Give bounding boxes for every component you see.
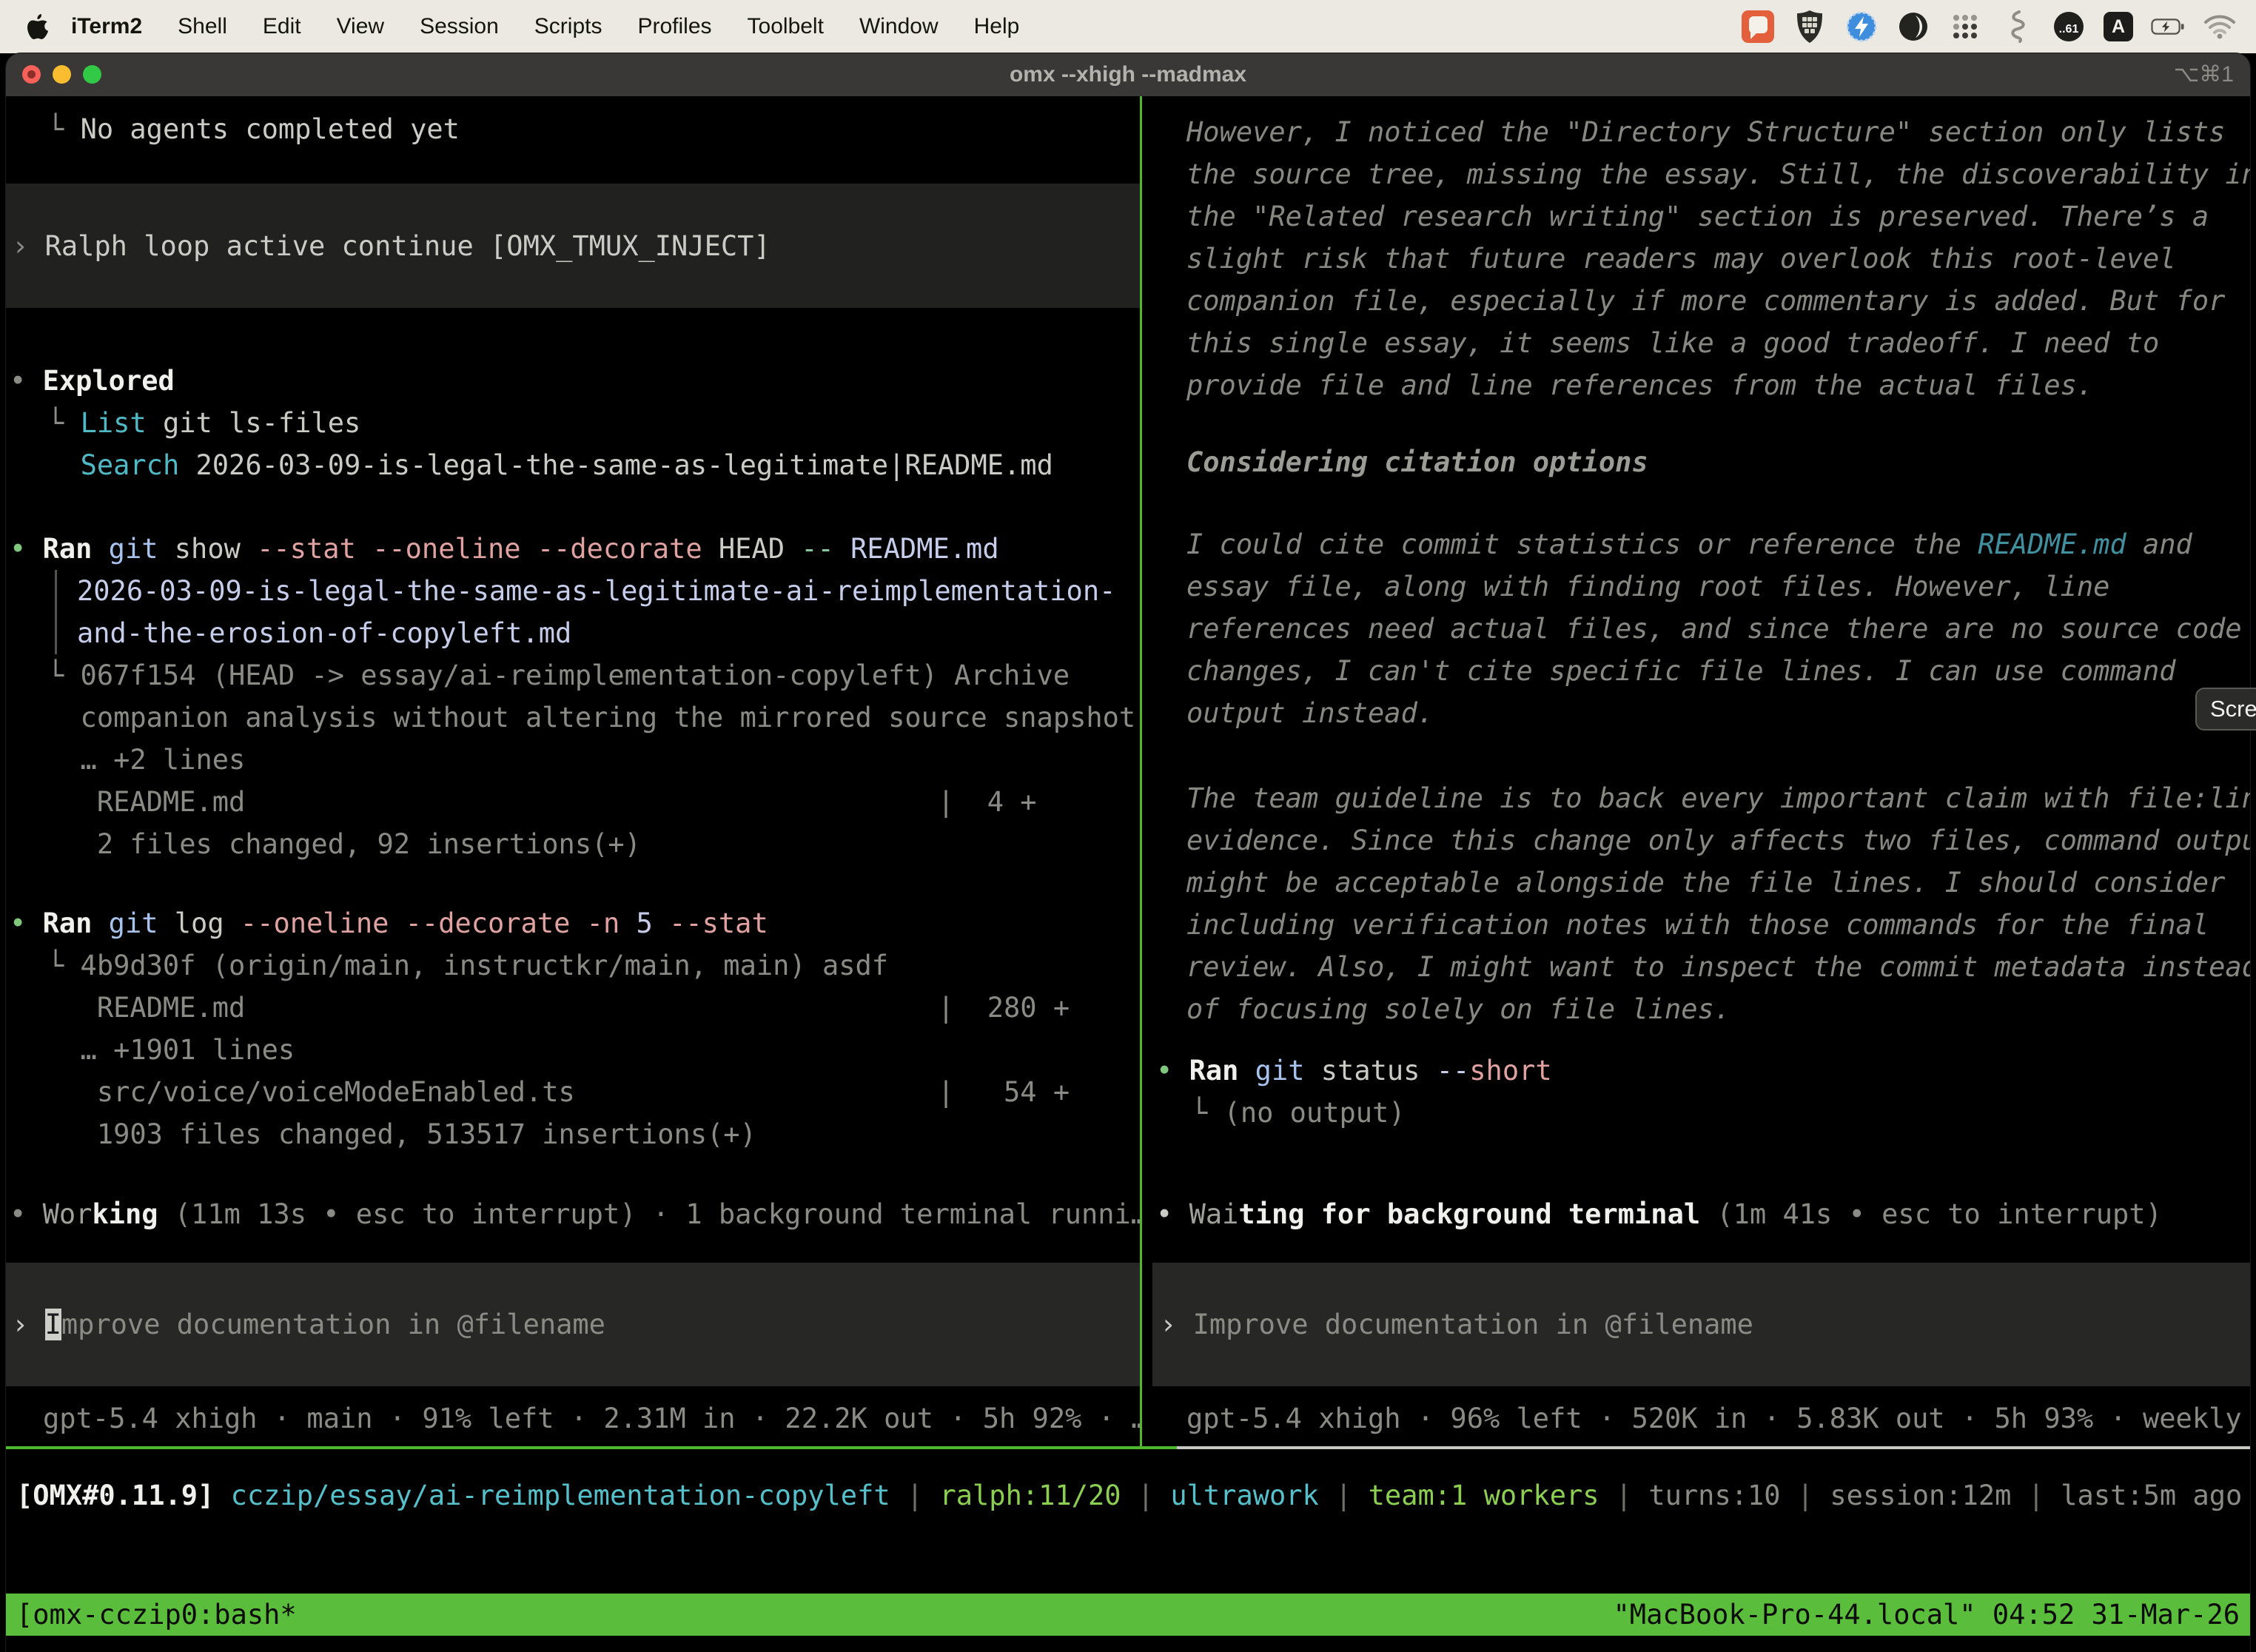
left-agent-pane: └ No agents completed yet › Ralph loop a… — [6, 96, 1140, 1446]
menu-item-scripts[interactable]: Scripts — [517, 14, 620, 39]
menu-bar: iTerm2ShellEditViewSessionScriptsProfile… — [0, 0, 2256, 53]
tmux-session-name[interactable]: [omx-cczip0:bash* — [16, 1594, 297, 1636]
working-status-line: • Working (11m 13s • esc to interrupt) ·… — [10, 1193, 1140, 1235]
menu-item-iterm2[interactable]: iTerm2 — [49, 14, 160, 39]
menu-bar-status-icons: ..61 A — [1741, 10, 2256, 44]
window-shortcut-badge: ⌥⌘1 — [2174, 53, 2234, 96]
git-show-command: • Ran git show --stat --oneline --decora… — [10, 528, 999, 570]
git-show-filename: 2026-03-09-is-legal-the-same-as-legitima… — [55, 570, 1115, 654]
git-log-output: └ 4b9d30f (origin/main, instructkr/main,… — [47, 944, 1070, 1155]
tmux-status-bar: [omx-cczip0:bash* "MacBook-Pro-44.local"… — [6, 1594, 2250, 1636]
menu-items: iTerm2ShellEditViewSessionScriptsProfile… — [49, 14, 1037, 39]
git-status-output: └ (no output) — [1191, 1092, 1406, 1134]
shield-grid-icon[interactable] — [1793, 10, 1827, 44]
right-pane-bottom-border — [1177, 1446, 2250, 1449]
menu-item-shell[interactable]: Shell — [160, 14, 245, 39]
explored-entries: └ List git ls-files Search 2026-03-09-is… — [47, 402, 1053, 486]
battery-icon[interactable] — [2151, 10, 2185, 44]
menu-item-profiles[interactable]: Profiles — [620, 14, 729, 39]
menu-item-view[interactable]: View — [319, 14, 402, 39]
left-prompt-input[interactable]: › Improve documentation in @filename — [6, 1263, 1140, 1386]
ralph-loop-banner: › Ralph loop active continue [OMX_TMUX_I… — [6, 184, 1140, 308]
menu-item-help[interactable]: Help — [956, 14, 1038, 39]
reasoning-paragraph-1: However, I noticed the "Directory Struct… — [1186, 111, 2250, 406]
git-show-output: └ 067f154 (HEAD -> essay/ai-reimplementa… — [47, 654, 1135, 865]
terminal-content: └ No agents completed yet › Ralph loop a… — [6, 96, 2250, 1652]
badge-61-icon[interactable]: ..61 — [2052, 10, 2086, 44]
menu-item-toolbelt[interactable]: Toolbelt — [730, 14, 842, 39]
dots-grid-icon[interactable] — [1948, 10, 1982, 44]
reasoning-heading: Considering citation options — [1186, 441, 1648, 483]
git-status-command: • Ran git status --short — [1156, 1050, 1552, 1092]
reasoning-paragraph-2: I could cite commit statistics or refere… — [1186, 523, 2242, 734]
a-app-icon[interactable]: A — [2104, 12, 2133, 41]
git-log-command: • Ran git log --oneline --decorate -n 5 … — [10, 902, 768, 944]
menu-item-edit[interactable]: Edit — [245, 14, 319, 39]
screen-overlay-tooltip: Scre — [2195, 688, 2256, 731]
iterm-window: omx --xhigh --madmax ⌥⌘1 └ No agents com… — [6, 53, 2250, 1652]
menu-item-window[interactable]: Window — [842, 14, 956, 39]
crescent-circle-icon[interactable] — [1896, 10, 1930, 44]
waiting-status-line: • Waiting for background terminal (1m 41… — [1156, 1193, 2162, 1235]
left-pane-bottom-border — [6, 1446, 1177, 1449]
omx-status-bar: [OMX#0.11.9] cczip/essay/ai-reimplementa… — [16, 1474, 2242, 1517]
svg-text:..61: ..61 — [2059, 23, 2079, 36]
right-agent-pane: However, I noticed the "Directory Struct… — [1142, 96, 2250, 1446]
left-session-stats: gpt-5.4 xhigh · main · 91% left · 2.31M … — [43, 1397, 1140, 1440]
tmux-host-clock: "MacBook-Pro-44.local" 04:52 31-Mar-26 — [1614, 1594, 2240, 1636]
title-bar: omx --xhigh --madmax ⌥⌘1 — [6, 53, 2250, 96]
window-title: omx --xhigh --madmax — [6, 53, 2250, 96]
right-session-stats: gpt-5.4 xhigh · 96% left · 520K in · 5.8… — [1186, 1397, 2250, 1440]
agents-note: └ No agents completed yet — [47, 108, 460, 150]
menu-item-session[interactable]: Session — [402, 14, 517, 39]
tooltip-label: Scre — [2210, 696, 2256, 722]
chat-icon[interactable] — [1741, 10, 1775, 44]
right-prompt-input[interactable]: › Improve documentation in @filename — [1152, 1263, 2250, 1386]
apple-logo-icon — [27, 13, 49, 40]
update-badge-icon[interactable] — [1844, 10, 1879, 44]
squiggle-icon[interactable] — [2000, 10, 2034, 44]
wifi-icon[interactable] — [2203, 10, 2237, 44]
reasoning-paragraph-3: The team guideline is to back every impo… — [1186, 777, 2250, 1030]
apple-menu[interactable] — [27, 13, 49, 40]
explored-section-title: • Explored — [10, 360, 175, 402]
